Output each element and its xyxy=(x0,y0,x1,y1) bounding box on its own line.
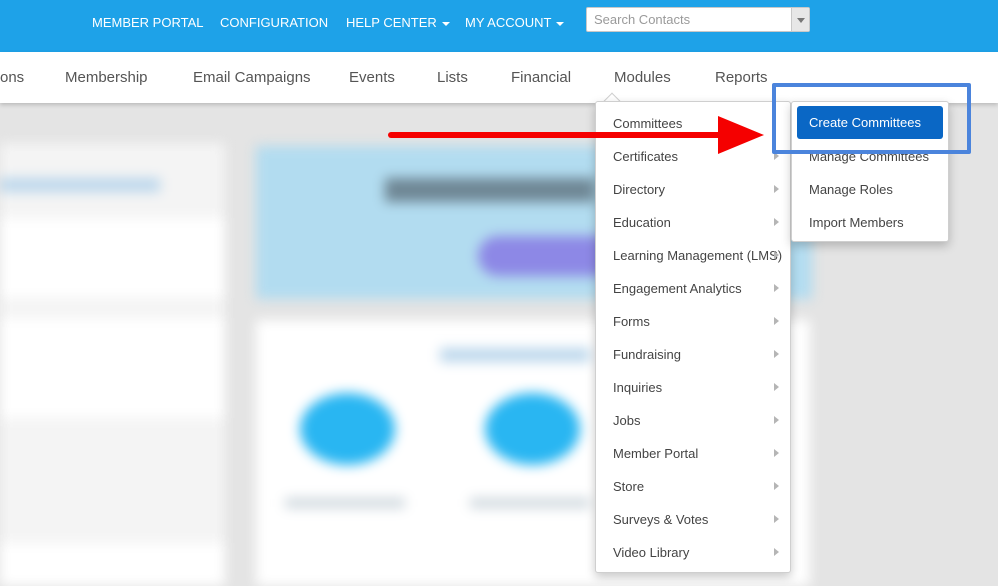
menu-item-fundraising[interactable]: Fundraising xyxy=(596,338,792,371)
nav-item-modules[interactable]: Modules xyxy=(614,69,671,86)
menu-item-education[interactable]: Education xyxy=(596,206,792,239)
menu-item-label: Committees xyxy=(613,116,683,131)
menu-item-label: Member Portal xyxy=(613,446,699,461)
caret-down-icon xyxy=(441,21,450,26)
menu-item-member-portal[interactable]: Member Portal xyxy=(596,437,792,470)
menu-item-directory[interactable]: Directory xyxy=(596,173,792,206)
nav-item-email-campaigns[interactable]: Email Campaigns xyxy=(193,69,311,86)
highlight-box xyxy=(772,83,971,154)
chevron-right-icon xyxy=(774,284,779,292)
menu-item-lms[interactable]: Learning Management (LMS) xyxy=(596,239,792,272)
manage-roles-item[interactable]: Manage Roles xyxy=(809,182,893,197)
bg-feature-icon-2 xyxy=(485,393,580,465)
menu-item-label: Forms xyxy=(613,314,650,329)
help-center-menu[interactable]: HELP CENTER xyxy=(346,15,450,30)
menu-item-label: Learning Management (LMS) xyxy=(613,248,783,263)
bg-feature-caption-2 xyxy=(470,498,590,508)
search-input[interactable] xyxy=(587,8,787,31)
menu-item-label: Store xyxy=(613,479,645,494)
menu-item-label: Education xyxy=(613,215,671,230)
menu-item-video-library[interactable]: Video Library xyxy=(596,536,792,569)
chevron-right-icon xyxy=(774,350,779,358)
chevron-right-icon xyxy=(774,449,779,457)
menu-item-label: Directory xyxy=(613,182,666,197)
menu-item-label: Engagement Analytics xyxy=(613,281,742,296)
member-portal-link[interactable]: MEMBER PORTAL xyxy=(92,15,203,30)
arrow-shaft xyxy=(388,132,724,138)
nav-item-events[interactable]: Events xyxy=(349,69,395,86)
nav-item-membership[interactable]: Membership xyxy=(65,69,148,86)
search-dropdown-icon[interactable] xyxy=(791,8,809,31)
bg-left-card-3 xyxy=(0,543,225,586)
bg-feature-caption-1 xyxy=(285,498,405,508)
chevron-right-icon xyxy=(774,218,779,226)
chevron-right-icon xyxy=(774,317,779,325)
bg-card-heading xyxy=(440,348,590,362)
menu-item-surveys-votes[interactable]: Surveys & Votes xyxy=(596,503,792,536)
chevron-right-icon xyxy=(774,548,779,556)
chevron-right-icon xyxy=(774,185,779,193)
menu-item-inquiries[interactable]: Inquiries xyxy=(596,371,792,404)
search-contacts xyxy=(586,7,810,32)
menu-item-label: Surveys & Votes xyxy=(613,512,709,527)
menu-item-engagement-analytics[interactable]: Engagement Analytics xyxy=(596,272,792,305)
caret-down-icon xyxy=(556,21,565,26)
menu-item-label: Fundraising xyxy=(613,347,681,362)
chevron-right-icon xyxy=(774,383,779,391)
menu-item-label: Video Library xyxy=(613,545,690,560)
bg-banner-title xyxy=(385,178,595,202)
nav-item-financial[interactable]: Financial xyxy=(511,69,571,86)
nav-item-lists[interactable]: Lists xyxy=(437,69,468,86)
chevron-right-icon xyxy=(774,416,779,424)
my-account-label: MY ACCOUNT xyxy=(465,15,552,30)
menu-item-label: Inquiries xyxy=(613,380,663,395)
bg-left-card xyxy=(0,218,225,298)
chevron-right-icon xyxy=(774,482,779,490)
menu-item-store[interactable]: Store xyxy=(596,470,792,503)
bg-left-heading xyxy=(0,178,160,192)
help-center-label: HELP CENTER xyxy=(346,15,437,30)
menu-item-label: Certificates xyxy=(613,149,679,164)
arrow-head xyxy=(718,116,764,154)
chevron-right-icon xyxy=(774,251,779,259)
modules-dropdown: Committees Certificates Directory Educat… xyxy=(595,101,791,573)
nav-item-reports[interactable]: Reports xyxy=(715,69,768,86)
import-members-item[interactable]: Import Members xyxy=(809,215,904,230)
nav-item-partial[interactable]: ons xyxy=(0,69,24,86)
menu-item-forms[interactable]: Forms xyxy=(596,305,792,338)
configuration-link[interactable]: CONFIGURATION xyxy=(220,15,328,30)
menu-item-label: Jobs xyxy=(613,413,641,428)
my-account-menu[interactable]: MY ACCOUNT xyxy=(465,15,565,30)
bg-feature-icon-1 xyxy=(300,393,395,465)
top-bar: MEMBER PORTAL CONFIGURATION HELP CENTER … xyxy=(0,0,998,52)
bg-left-card-2 xyxy=(0,318,225,418)
menu-item-jobs[interactable]: Jobs xyxy=(596,404,792,437)
chevron-right-icon xyxy=(774,515,779,523)
